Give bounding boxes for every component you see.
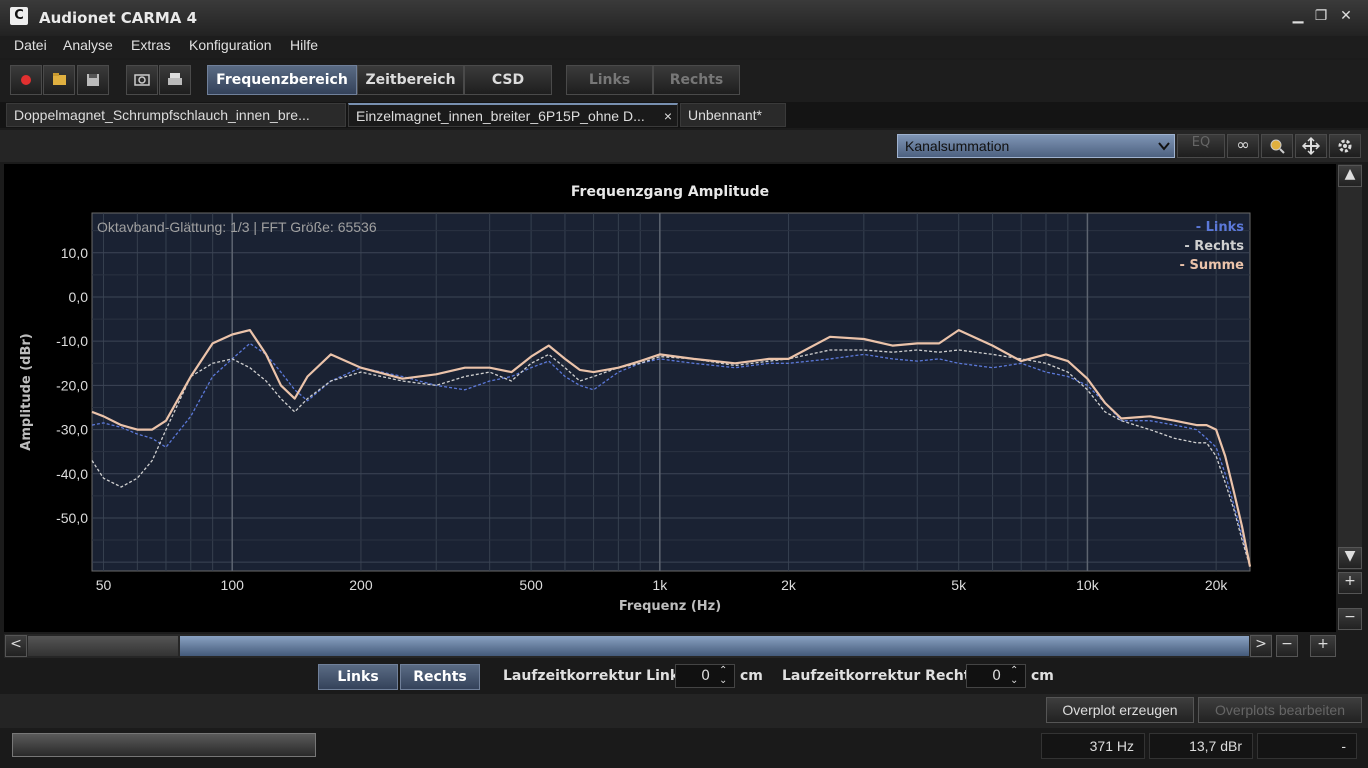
y-tick-label: -40,0 bbox=[56, 466, 88, 482]
tab-label: Einzelmagnet_innen_breiter_6P15P_ohne D.… bbox=[356, 108, 645, 124]
scroll-left-icon[interactable]: < bbox=[5, 635, 27, 657]
move-icon bbox=[1301, 136, 1321, 156]
overplot-create-button[interactable]: Overplot erzeugen bbox=[1046, 697, 1194, 723]
y-tick-label: -10,0 bbox=[56, 333, 88, 349]
scroll-up-icon[interactable]: ▲ bbox=[1338, 165, 1362, 187]
plot-area bbox=[91, 212, 1251, 572]
channel-mode-select[interactable]: Kanalsummation bbox=[897, 134, 1175, 158]
scroll-thumb[interactable] bbox=[180, 636, 1249, 656]
view-csd-button[interactable]: CSD bbox=[464, 65, 552, 95]
spinner-arrows-icon[interactable]: ⌃ ⌄ bbox=[719, 666, 727, 686]
tab-unbennant[interactable]: Unbennant* bbox=[680, 103, 786, 127]
tab-einzelmagnet[interactable]: Einzelmagnet_innen_breiter_6P15P_ohne D.… bbox=[348, 103, 678, 127]
gear-icon bbox=[1338, 139, 1352, 153]
title-bar bbox=[0, 0, 1368, 36]
x-axis-ticks: 50 100 200 500 1k 2k 5k 10k 20k bbox=[96, 577, 1229, 593]
tab-label: Doppelmagnet_Schrumpfschlauch_innen_bre.… bbox=[14, 107, 310, 123]
save-button[interactable] bbox=[77, 65, 109, 95]
scroll-down-icon[interactable]: ▼ bbox=[1338, 547, 1362, 569]
screenshot-button[interactable] bbox=[126, 65, 158, 95]
view-frequenzbereich-button[interactable]: Frequenzbereich bbox=[207, 65, 357, 95]
x-tick-label: 5k bbox=[951, 577, 967, 593]
select-value: Kanalsummation bbox=[905, 138, 1010, 154]
y-axis-label: Amplitude (dBr) bbox=[19, 333, 34, 450]
y-tick-label: -50,0 bbox=[56, 510, 88, 526]
delay-left-unit: cm bbox=[740, 668, 763, 684]
chevron-down-icon bbox=[1158, 142, 1170, 151]
status-extra: - bbox=[1257, 733, 1357, 759]
close-window-icon[interactable]: ✕ bbox=[1336, 6, 1356, 26]
channel-rechts-button[interactable]: Rechts bbox=[653, 65, 740, 95]
tab-close-icon[interactable]: × bbox=[664, 105, 672, 126]
chart-svg: Frequenzgang Amplitude 10,0 0,0 -10,0 -20,0… bbox=[19, 184, 1252, 614]
legend-entry: - Rechts bbox=[1184, 239, 1244, 254]
pan-button[interactable] bbox=[1295, 134, 1327, 158]
save-icon bbox=[87, 74, 99, 86]
menu-analyse[interactable]: Analyse bbox=[63, 37, 113, 53]
y-tick-label: -30,0 bbox=[56, 422, 88, 438]
magnifier-icon bbox=[1270, 139, 1285, 154]
x-tick-label: 500 bbox=[519, 577, 543, 593]
eq-button[interactable]: EQ bbox=[1177, 134, 1225, 158]
x-tick-label: 50 bbox=[96, 577, 112, 593]
vertical-scrollbar[interactable] bbox=[1338, 164, 1362, 570]
frequency-response-chart[interactable]: Frequenzgang Amplitude 10,0 0,0 -10,0 -20,0… bbox=[4, 164, 1336, 632]
delay-right-unit: cm bbox=[1031, 668, 1054, 684]
status-level: 13,7 dBr bbox=[1149, 733, 1253, 759]
app-logo-icon: C bbox=[10, 7, 28, 25]
camera-icon bbox=[134, 74, 150, 86]
tab-label: Unbennant* bbox=[688, 107, 762, 123]
x-axis-label: Frequenz (Hz) bbox=[619, 599, 721, 614]
menu-datei[interactable]: Datei bbox=[14, 37, 47, 53]
open-button[interactable] bbox=[43, 65, 75, 95]
y-tick-label: 10,0 bbox=[61, 245, 88, 261]
menu-extras[interactable]: Extras bbox=[131, 37, 171, 53]
tab-doppelmagnet[interactable]: Doppelmagnet_Schrumpfschlauch_innen_bre.… bbox=[6, 103, 346, 127]
scroll-track-left[interactable] bbox=[28, 636, 178, 656]
chart-info-text: Oktavband-Glättung: 1/3 | FFT Größe: 655… bbox=[97, 219, 377, 235]
window-title: Audionet CARMA 4 bbox=[39, 9, 198, 27]
status-frequency: 371 Hz bbox=[1041, 733, 1145, 759]
x-tick-label: 100 bbox=[221, 577, 245, 593]
link-icon[interactable]: ∞ bbox=[1227, 134, 1259, 158]
channel-links-button[interactable]: Links bbox=[566, 65, 653, 95]
y-zoom-in-icon[interactable]: + bbox=[1338, 572, 1362, 594]
overplot-edit-button[interactable]: Overplots bearbeiten bbox=[1198, 697, 1362, 723]
record-button[interactable] bbox=[10, 65, 42, 95]
scroll-right-icon[interactable]: > bbox=[1250, 635, 1272, 657]
y-tick-label: 0,0 bbox=[69, 289, 89, 305]
x-tick-label: 10k bbox=[1076, 577, 1100, 593]
links-button[interactable]: Links bbox=[318, 664, 398, 690]
rechts-button[interactable]: Rechts bbox=[400, 664, 480, 690]
x-tick-label: 2k bbox=[781, 577, 797, 593]
y-tick-label: -20,0 bbox=[56, 377, 88, 393]
x-tick-label: 1k bbox=[652, 577, 668, 593]
settings-button[interactable] bbox=[1329, 134, 1361, 158]
folder-icon bbox=[53, 73, 66, 85]
delay-right-label: Laufzeitkorrektur Rechts bbox=[782, 668, 979, 684]
x-zoom-in-icon[interactable]: + bbox=[1310, 635, 1336, 657]
legend-entry: - Summe bbox=[1180, 258, 1245, 273]
menu-konfiguration[interactable]: Konfiguration bbox=[189, 37, 272, 53]
x-tick-label: 20k bbox=[1205, 577, 1229, 593]
chart-title: Frequenzgang Amplitude bbox=[571, 184, 769, 200]
zoom-button[interactable] bbox=[1261, 134, 1293, 158]
x-zoom-out-icon[interactable]: − bbox=[1276, 635, 1298, 657]
x-tick-label: 200 bbox=[349, 577, 373, 593]
y-zoom-out-icon[interactable]: − bbox=[1338, 608, 1362, 630]
y-axis-ticks: 10,0 0,0 -10,0 -20,0 -30,0 -40,0 -50,0 bbox=[56, 245, 88, 526]
legend-entry: - Links bbox=[1196, 220, 1245, 235]
print-button[interactable] bbox=[159, 65, 191, 95]
record-icon bbox=[21, 75, 31, 85]
progress-bar bbox=[12, 733, 316, 757]
spinner-arrows-icon[interactable]: ⌃ ⌄ bbox=[1010, 666, 1018, 686]
view-zeitbereich-button[interactable]: Zeitbereich bbox=[357, 65, 464, 95]
menu-hilfe[interactable]: Hilfe bbox=[290, 37, 318, 53]
delay-left-label: Laufzeitkorrektur Links bbox=[503, 668, 688, 684]
minimize-icon[interactable]: ▁ bbox=[1288, 6, 1308, 26]
restore-icon[interactable]: ❐ bbox=[1311, 6, 1331, 26]
printer-icon bbox=[168, 73, 182, 85]
